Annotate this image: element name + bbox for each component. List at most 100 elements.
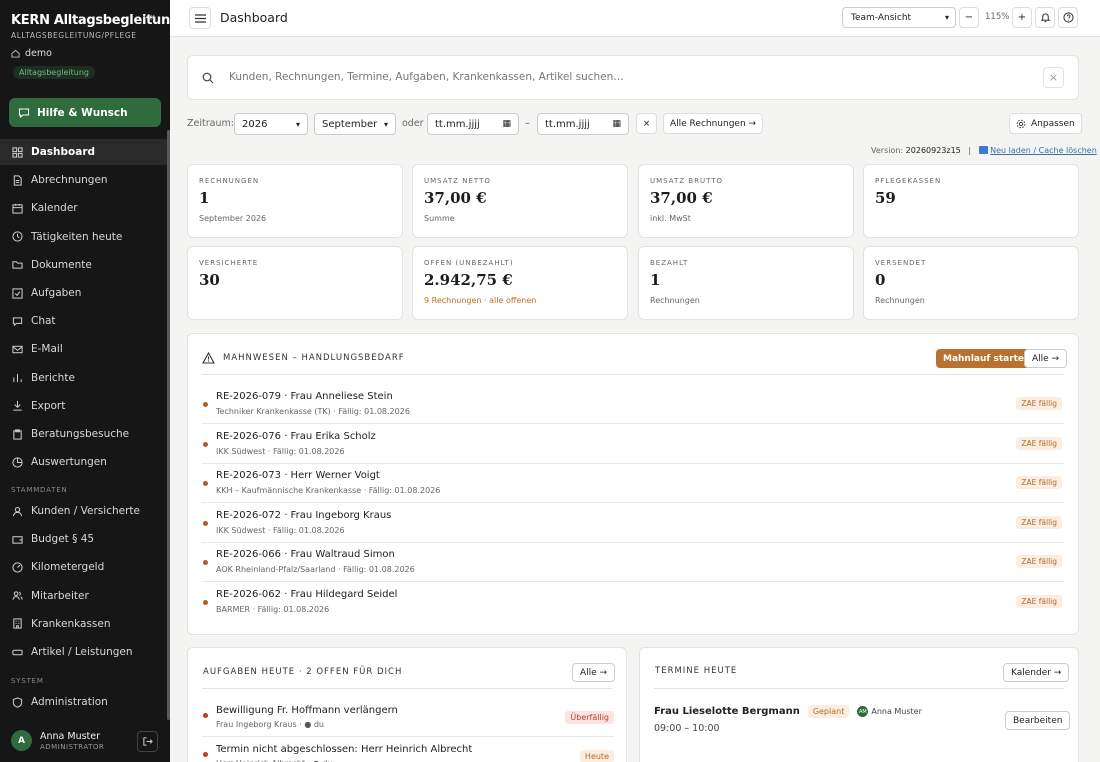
user-profile[interactable]: A Anna Muster ADMINISTRATOR	[11, 730, 104, 751]
sidebar-scrollbar[interactable]	[167, 130, 170, 720]
sidebar-item-label: E-Mail	[31, 343, 63, 356]
dunning-all-button[interactable]: Alle →	[1024, 349, 1068, 368]
stat-card[interactable]: UMSATZ NETTO 37,00 € Summe	[412, 164, 628, 238]
stat-card[interactable]: BEZAHLT 1 Rechnungen	[638, 246, 854, 320]
sidebar-item-budget-45[interactable]: Budget § 45	[0, 526, 167, 552]
stat-subtext: Rechnungen	[650, 296, 700, 305]
help-wish-label: Hilfe & Wunsch	[37, 106, 128, 119]
invoice-details: AOK Rheinland-Pfalz/Saarland · Fällig: 0…	[216, 565, 415, 574]
zoom-in-button[interactable]: +	[1012, 7, 1032, 28]
sidebar-item-dashboard[interactable]: Dashboard	[0, 139, 167, 165]
avatar: A	[11, 730, 32, 751]
calendar-button[interactable]: Kalender →	[1003, 663, 1070, 682]
sidebar-item-label: Berichte	[31, 371, 75, 384]
grid-icon	[12, 146, 23, 158]
sidebar-item-krankenkassen[interactable]: Krankenkassen	[0, 611, 167, 637]
sidebar-item-dokumente[interactable]: Dokumente	[0, 252, 167, 278]
zoom-out-button[interactable]: −	[959, 7, 979, 28]
task-customer: Frau Ingeborg Kraus	[216, 720, 297, 729]
customize-button[interactable]: Anpassen	[1009, 113, 1082, 134]
view-select-value: Team-Ansicht	[851, 12, 912, 23]
clear-filter-button[interactable]: ×	[636, 113, 657, 134]
staff-avatar: AM	[857, 706, 869, 717]
search-clear-button[interactable]: ×	[1043, 67, 1064, 88]
chevron-down-icon: ▾	[295, 119, 300, 129]
sidebar-item-administration[interactable]: Administration	[0, 689, 167, 715]
view-select[interactable]: Team-Ansicht ▾	[842, 7, 956, 28]
tag-icon	[12, 649, 23, 655]
status-badge: ZAE fällig	[1016, 436, 1062, 450]
dunning-item[interactable]: RE-2026-073 · Herr Werner Voigt KKH – Kau…	[202, 464, 1064, 503]
sidebar-item-aufgaben[interactable]: Aufgaben	[0, 280, 167, 306]
sidebar-item-kunden-versicherte[interactable]: Kunden / Versicherte	[0, 498, 167, 524]
dunning-item[interactable]: RE-2026-066 · Frau Waltraud Simon AOK Rhe…	[202, 543, 1064, 582]
tenant-name: demo	[25, 48, 52, 59]
dunning-header: MAHNWESEN – HANDLUNGSBEDARF	[202, 352, 405, 364]
sidebar-item-auswertungen[interactable]: Auswertungen	[0, 449, 167, 475]
reload-cache-link[interactable]: Neu laden / Cache löschen	[990, 146, 1097, 155]
tasks-all-button[interactable]: Alle →	[572, 663, 616, 682]
sidebar-item-chat[interactable]: Chat	[0, 308, 167, 334]
tasks-title: AUFGABEN HEUTE · 2 OFFEN FÜR DICH	[203, 667, 403, 677]
invoice-title: RE-2026-076 · Frau Erika Scholz	[216, 430, 376, 442]
chevron-down-icon: ▾	[383, 119, 388, 129]
stat-card[interactable]: VERSENDET 0 Rechnungen	[863, 246, 1079, 320]
tenant-selector[interactable]: demo	[11, 48, 52, 59]
dunning-item[interactable]: RE-2026-062 · Frau Hildegard Seidel BARME…	[202, 583, 1064, 622]
date-to-input[interactable]: tt.mm.jjjj ▦	[537, 113, 629, 135]
sidebar-item-beratungsbesuche[interactable]: Beratungsbesuche	[0, 421, 167, 447]
stat-card[interactable]: UMSATZ BRUTTO 37,00 € inkl. MwSt	[638, 164, 854, 238]
divider	[654, 688, 1064, 689]
start-dunning-button[interactable]: Mahnlauf starten	[936, 349, 1038, 368]
tenant-badge: Alltagsbegleitung	[13, 66, 96, 79]
sidebar-item-mitarbeiter[interactable]: Mitarbeiter	[0, 583, 167, 609]
menu-toggle-button[interactable]	[189, 7, 211, 29]
stat-value: 37,00 €	[650, 189, 713, 207]
notifications-button[interactable]	[1035, 7, 1055, 28]
dunning-item[interactable]: RE-2026-076 · Frau Erika Scholz IKK Südwe…	[202, 425, 1064, 464]
sidebar-item-label: Dokumente	[31, 258, 92, 271]
stat-card[interactable]: VERSICHERTE 30	[187, 246, 403, 320]
sidebar-item-berichte[interactable]: Berichte	[0, 365, 167, 391]
status-dot	[203, 520, 208, 526]
collapse-sidebar-icon[interactable]: «	[148, 10, 155, 24]
bar-chart-icon	[13, 373, 22, 383]
zoom-level: 115%	[985, 12, 1010, 22]
stat-label: RECHNUNGEN	[199, 177, 260, 185]
sidebar-item-abrechnungen[interactable]: Abrechnungen	[0, 167, 167, 193]
tasks-panel: AUFGABEN HEUTE · 2 OFFEN FÜR DICH Alle →…	[187, 647, 627, 762]
staff-name: Anna Muster	[871, 707, 922, 716]
sidebar-item-tätigkeiten-heute[interactable]: Tätigkeiten heute	[0, 224, 167, 250]
help-wish-button[interactable]: Hilfe & Wunsch	[9, 98, 161, 127]
chat-bubble-icon	[18, 107, 30, 118]
sidebar-item-kilometergeld[interactable]: Kilometergeld	[0, 554, 167, 580]
sidebar-item-e-mail[interactable]: E-Mail	[0, 336, 167, 362]
task-item[interactable]: Termin nicht abgeschlossen: Herr Heinric…	[202, 737, 614, 762]
appointment-item[interactable]: Frau Lieselotte Bergmann Geplant AM Anna Mu…	[654, 703, 1071, 742]
stat-card[interactable]: PFLEGEKASSEN 59	[863, 164, 1079, 238]
sidebar-item-export[interactable]: Export	[0, 393, 167, 419]
help-button[interactable]	[1058, 7, 1078, 28]
edit-appointment-button[interactable]: Bearbeiten	[1005, 711, 1071, 730]
sidebar-item-artikel-leistungen[interactable]: Artikel / Leistungen	[0, 639, 167, 665]
month-select[interactable]: September ▾	[314, 113, 396, 135]
sidebar-item-label: Administration	[31, 696, 108, 708]
clock-icon	[12, 231, 23, 242]
year-select-value: 2026	[242, 118, 268, 130]
year-select[interactable]: 2026 ▾	[234, 113, 308, 135]
stat-card[interactable]: OFFEN (UNBEZAHLT) 2.942,75 € 9 Rechnungen …	[412, 246, 628, 320]
task-item[interactable]: Bewilligung Fr. Hoffmann verlängern Frau …	[202, 698, 614, 737]
task-details: Frau Ingeborg Kraus · ● du	[216, 720, 324, 729]
search-input[interactable]: Kunden, Rechnungen, Termine, Aufgaben, K…	[229, 71, 624, 83]
logout-button[interactable]	[137, 731, 158, 752]
sidebar-item-label: Tätigkeiten heute	[31, 230, 123, 243]
sidebar-item-kalender[interactable]: Kalender	[0, 195, 167, 221]
stat-value: 2.942,75 €	[424, 271, 513, 289]
chat-icon	[12, 317, 23, 326]
dunning-item[interactable]: RE-2026-072 · Frau Ingeborg Kraus IKK Süd…	[202, 504, 1064, 543]
stat-card[interactable]: RECHNUNGEN 1 September 2026	[187, 164, 403, 238]
dunning-item[interactable]: RE-2026-079 · Frau Anneliese Stein Techni…	[202, 385, 1064, 424]
all-invoices-button[interactable]: Alle Rechnungen →	[663, 113, 764, 134]
status-badge: Heute	[579, 750, 614, 762]
date-from-input[interactable]: tt.mm.jjjj ▦	[427, 113, 519, 135]
